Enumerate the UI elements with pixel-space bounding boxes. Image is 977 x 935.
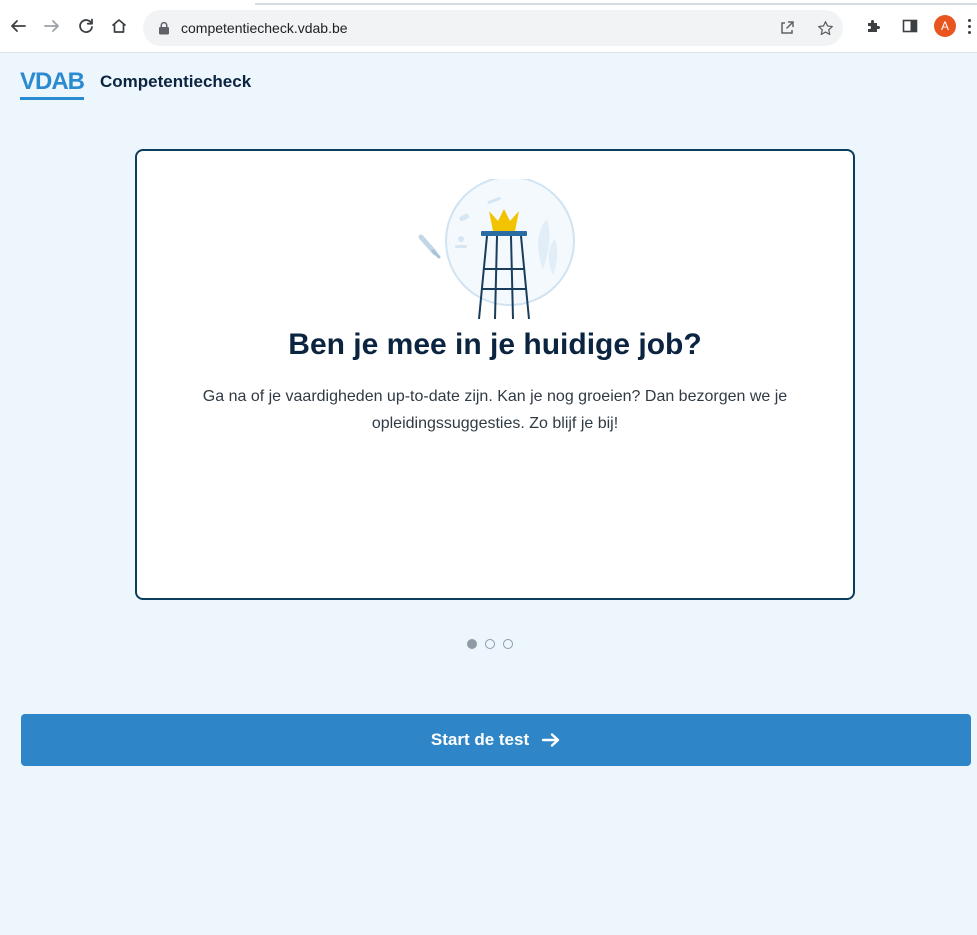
home-icon [111,19,127,33]
start-test-button[interactable]: Start de test [21,714,971,766]
carousel-dot-3[interactable] [503,639,513,649]
lock-icon [157,20,171,36]
stool-with-crown-illustration [418,179,575,319]
card-title: Ben je mee in je huidige job? [288,328,702,361]
arrow-right-icon [541,732,561,748]
address-bar[interactable]: competentiecheck.vdab.be [143,10,843,46]
kebab-menu-icon[interactable] [964,14,974,38]
back-button[interactable] [6,14,30,38]
share-icon[interactable] [775,16,799,40]
reload-button[interactable] [74,14,98,38]
app-header: VDAB Competentiecheck [20,70,252,100]
app-title: Competentiecheck [100,72,252,91]
profile-avatar[interactable]: A [934,15,956,37]
side-panel-icon[interactable] [898,14,922,38]
card-description: Ga na of je vaardigheden up-to-date zijn… [202,388,788,432]
vdab-logo[interactable]: VDAB [20,70,85,100]
browser-toolbar: competentiecheck.vdab.be A [0,0,977,53]
star-icon[interactable] [813,16,837,40]
arrow-right-icon [44,20,59,32]
carousel-card: Ben je mee in je huidige job? Ga na of j… [135,149,855,600]
reload-icon [79,18,93,33]
forward-button[interactable] [40,14,64,38]
home-button[interactable] [107,14,131,38]
carousel-pagination [467,639,513,649]
carousel-dot-1[interactable] [467,639,477,649]
tab-strip-edge [255,3,977,5]
arrow-left-icon [11,20,26,32]
puzzle-icon[interactable] [862,14,886,38]
url-text: competentiecheck.vdab.be [181,20,348,36]
carousel-dot-2[interactable] [485,639,495,649]
start-test-label: Start de test [430,730,530,749]
